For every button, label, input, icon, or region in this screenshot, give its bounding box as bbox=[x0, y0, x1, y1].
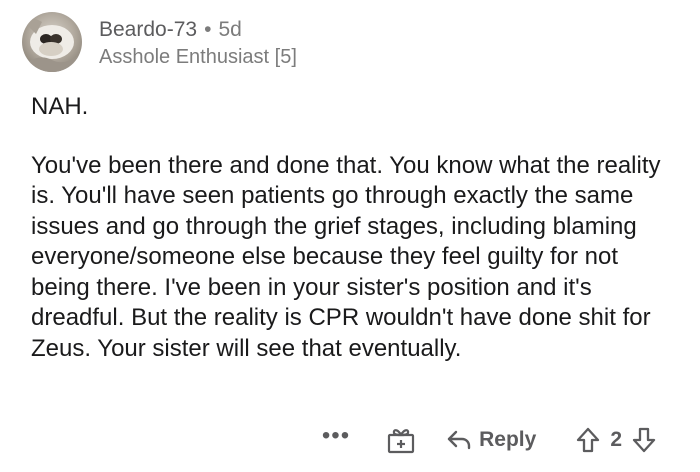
comment-paragraph: NAH. bbox=[31, 93, 89, 120]
reply-button[interactable]: Reply bbox=[446, 428, 536, 452]
more-options-icon[interactable]: ••• bbox=[322, 424, 350, 454]
reply-arrow-icon bbox=[446, 429, 472, 451]
comment-age: 5d bbox=[218, 18, 242, 41]
comment-paragraph: You've been there and done that. You kno… bbox=[31, 151, 661, 362]
meta-separator: • bbox=[204, 18, 212, 41]
comment-actions: ••• Reply 2 bbox=[322, 420, 656, 460]
username[interactable]: Beardo-73 bbox=[99, 18, 197, 41]
comment-body: NAH. You've been there and done that. Yo… bbox=[31, 92, 681, 364]
comment-header: Beardo-73 • 5d Asshole Enthusiast [5] bbox=[22, 12, 297, 74]
upvote-arrow-icon[interactable] bbox=[576, 427, 600, 453]
reply-label: Reply bbox=[479, 428, 537, 451]
avatar[interactable] bbox=[22, 12, 82, 72]
vote-controls: 2 bbox=[576, 427, 656, 453]
downvote-arrow-icon[interactable] bbox=[632, 427, 656, 453]
avatar-image-icon bbox=[22, 12, 82, 72]
vote-count: 2 bbox=[610, 428, 622, 451]
award-icon[interactable] bbox=[386, 426, 416, 454]
user-flair: Asshole Enthusiast [5] bbox=[99, 46, 297, 68]
